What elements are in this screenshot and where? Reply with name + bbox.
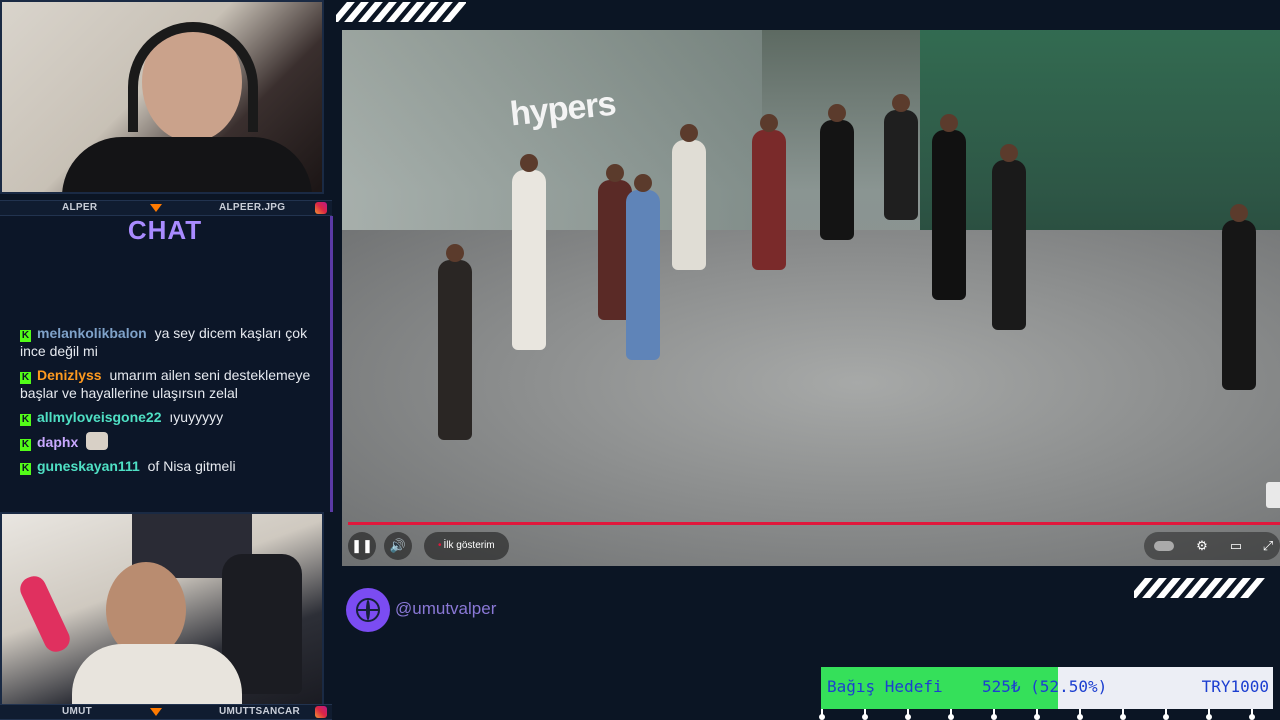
webcam-bottom-label-bar: UMUT UMUTTSANCAR — [0, 704, 332, 720]
webcam-bottom-name: UMUT — [62, 706, 93, 717]
chat-message: Kdaphx — [20, 432, 325, 451]
donation-goal-label: Bağış Hedefi — [827, 677, 943, 696]
chat-message: Kmelankolikbalon ya sey dicem kaşları ço… — [20, 324, 325, 360]
dancer — [1222, 204, 1256, 390]
chat-text: of Nisa gitmeli — [147, 458, 236, 474]
donation-goal-bar: Bağış Hedefi 525₺ (52.50%) TRY1000 — [821, 667, 1273, 709]
chat-messages: Kmelankolikbalon ya sey dicem kaşları ço… — [20, 324, 325, 481]
chat-title: CHAT — [127, 215, 203, 245]
dancer — [752, 114, 786, 270]
cat-emote-icon — [86, 432, 109, 450]
chapter-label: İlk gösterim — [443, 540, 495, 551]
chat-text: ıyuyyyyy — [169, 409, 224, 425]
chat-username[interactable]: daphx — [37, 434, 78, 450]
streamer-shirt — [62, 137, 312, 192]
webcam-top — [0, 0, 324, 194]
settings-icon[interactable]: ⚙ — [1190, 532, 1214, 560]
triangle-icon — [150, 204, 162, 212]
goal-tick — [905, 709, 911, 720]
kick-badge-icon: K — [20, 330, 31, 342]
kick-badge-icon: K — [20, 372, 31, 384]
goal-tick — [1120, 709, 1126, 720]
webcam-top-name: ALPER — [62, 202, 98, 213]
side-tab[interactable] — [1266, 482, 1280, 508]
chat-username[interactable]: guneskayan111 — [37, 458, 140, 474]
goal-tick — [819, 709, 825, 720]
triangle-icon — [150, 708, 162, 716]
kick-badge-icon: K — [20, 414, 31, 426]
donation-goal-target: TRY1000 — [1201, 677, 1269, 696]
donation-goal-ticks — [819, 709, 1273, 720]
subtitles-icon[interactable]: ▭ — [1224, 532, 1248, 560]
headphones — [128, 22, 258, 132]
dancer — [672, 124, 706, 270]
instagram-icon — [315, 706, 327, 718]
chat-username[interactable]: allmyloveisgone22 — [37, 409, 162, 425]
cohost-shirt — [72, 644, 242, 704]
kick-badge-icon: K — [20, 439, 31, 451]
player-controls-right: ⚙ ▭ ⤢ — [1144, 532, 1280, 560]
autoplay-toggle[interactable] — [1154, 541, 1174, 551]
goal-tick — [1034, 709, 1040, 720]
decor-stripes-top — [336, 2, 466, 22]
goal-tick — [1206, 709, 1212, 720]
goal-tick — [1163, 709, 1169, 720]
dancer — [932, 114, 966, 300]
dancer — [884, 94, 918, 220]
webcam-top-label-bar: ALPER ALPEER.JPG — [0, 200, 332, 216]
dancer — [820, 104, 854, 240]
webcam-bottom — [0, 512, 324, 706]
kick-badge-icon: K — [20, 463, 31, 475]
webcam-bottom-handle: UMUTTSANCAR — [219, 706, 301, 717]
pause-icon[interactable]: ❚❚ — [348, 532, 376, 560]
dancer — [992, 144, 1026, 330]
dancer — [512, 154, 546, 350]
chat-username[interactable]: melankolikbalon — [37, 325, 147, 341]
goal-tick — [948, 709, 954, 720]
goal-tick — [1077, 709, 1083, 720]
chapter-button[interactable]: • İlk gösterim — [424, 532, 509, 560]
microphone — [16, 572, 74, 656]
instagram-icon — [315, 202, 327, 214]
dancer — [438, 244, 472, 440]
goal-tick — [862, 709, 868, 720]
webcam-top-handle: ALPEER.JPG — [219, 202, 286, 213]
video-progress-bar[interactable] — [348, 522, 1280, 525]
fullscreen-icon[interactable]: ⤢ — [1256, 532, 1280, 560]
studio-floor — [342, 230, 1280, 566]
social-handle: @umutvalper — [395, 599, 497, 618]
decor-stripes-bottom — [1134, 578, 1266, 598]
chat-username[interactable]: Denizlyss — [37, 367, 102, 383]
chapter-dot-icon: • — [438, 540, 442, 551]
volume-icon[interactable]: 🔊 — [384, 532, 412, 560]
globe-icon — [346, 588, 390, 632]
goal-tick — [991, 709, 997, 720]
goal-tick — [1249, 709, 1255, 720]
chat-message: Kallmyloveisgone22 ıyuyyyyy — [20, 408, 325, 426]
donation-goal-amount: 525₺ (52.50%) — [982, 677, 1108, 696]
video-player[interactable]: hypers ❚❚ 🔊 • İlk gösterim ⚙ ▭ ⤢ — [342, 30, 1280, 566]
dancer — [626, 174, 660, 360]
chat-message: K Denizlyss umarım ailen seni desteklemey… — [20, 366, 325, 402]
chat-message: Kguneskayan111 of Nisa gitmeli — [20, 457, 325, 475]
